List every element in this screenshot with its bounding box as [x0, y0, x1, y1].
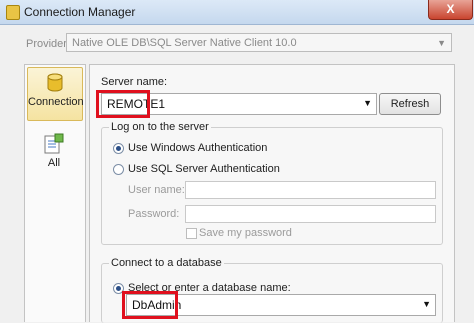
sql-auth-label: Use SQL Server Authentication	[128, 163, 280, 175]
refresh-button[interactable]: Refresh	[379, 93, 441, 115]
app-icon	[6, 5, 20, 20]
logon-group-title: Log on to the server	[109, 121, 211, 133]
connection-panel: Server name: REMOTE1 ▼ Refresh Log on to…	[89, 64, 455, 323]
sidebar-item-label: Connection	[28, 96, 84, 108]
chevron-down-icon: ▼	[437, 38, 446, 48]
sidebar-item-label: All	[47, 157, 61, 169]
password-label: Password:	[128, 208, 180, 220]
title-bar: Connection Manager X	[0, 0, 474, 25]
database-group-title: Connect to a database	[109, 257, 224, 269]
user-name-label: User name:	[128, 184, 185, 196]
windows-auth-radio[interactable]	[113, 143, 124, 154]
user-name-input[interactable]	[185, 181, 436, 199]
password-input[interactable]	[185, 205, 436, 223]
provider-select: Native OLE DB\SQL Server Native Client 1…	[66, 33, 452, 52]
save-password-checkbox[interactable]	[186, 228, 197, 239]
provider-row: Provider: Native OLE DB\SQL Server Nativ…	[0, 30, 474, 56]
windows-auth-label: Use Windows Authentication	[128, 142, 268, 154]
chevron-down-icon[interactable]: ▼	[363, 98, 372, 108]
database-icon	[47, 73, 63, 92]
provider-label: Provider:	[26, 38, 71, 50]
sidebar-item-all[interactable]: All	[27, 129, 81, 177]
provider-value: Native OLE DB\SQL Server Native Client 1…	[72, 37, 297, 49]
sidebar: Connection All	[24, 64, 86, 322]
close-button[interactable]: X	[428, 0, 473, 20]
chevron-down-icon[interactable]: ▼	[422, 299, 431, 309]
server-name-label: Server name:	[101, 76, 168, 88]
sidebar-item-connection[interactable]: Connection	[27, 67, 84, 121]
server-highlight-box	[96, 90, 150, 118]
save-password-label: Save my password	[199, 227, 292, 239]
window-title: Connection Manager	[24, 5, 136, 19]
properties-icon	[44, 133, 64, 154]
logon-group: Log on to the server Use Windows Authent…	[101, 121, 443, 245]
sql-auth-radio[interactable]	[113, 164, 124, 175]
database-highlight-box	[122, 291, 178, 319]
